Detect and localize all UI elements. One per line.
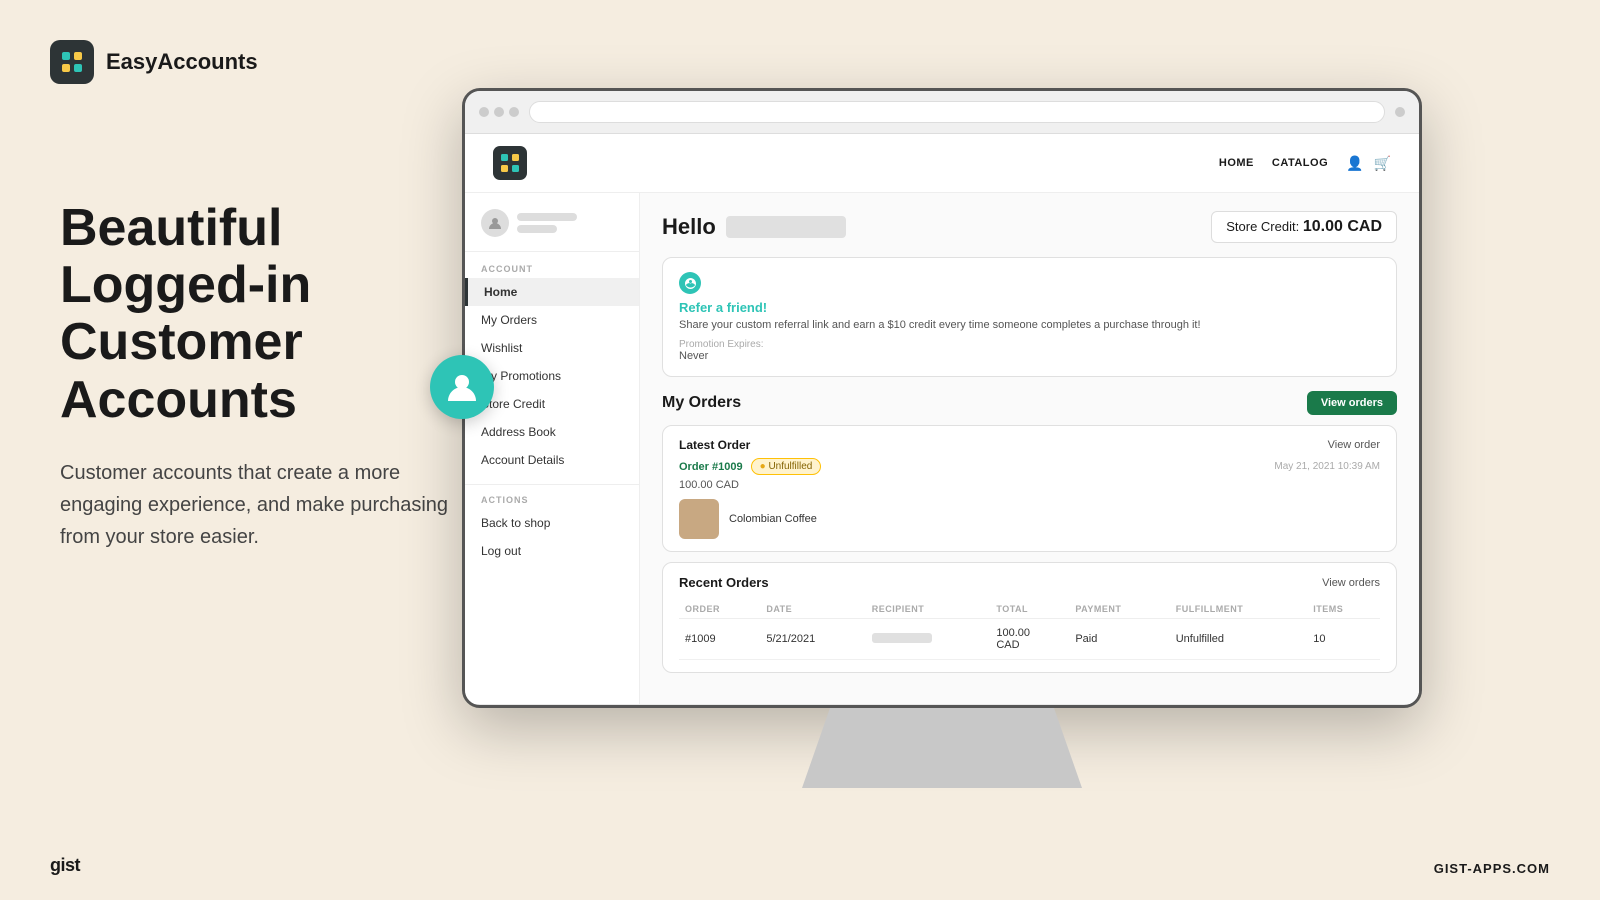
- bottom-left-brand: gist: [50, 855, 80, 876]
- sidebar-section-actions: ACTIONS: [465, 495, 639, 505]
- recent-orders-card: Recent Orders View orders ORDER DATE REC…: [662, 562, 1397, 673]
- sidebar-item-log-out[interactable]: Log out: [465, 537, 639, 565]
- td-order: #1009: [679, 619, 760, 660]
- marketing-headline: Beautiful Logged-in Customer Accounts: [60, 200, 460, 429]
- product-name: Colombian Coffee: [729, 513, 817, 525]
- store-nav-icons: 👤 🛒: [1346, 155, 1391, 172]
- referral-card: Refer a friend! Share your custom referr…: [662, 257, 1397, 377]
- browser-dots: [479, 107, 519, 117]
- col-payment: PAYMENT: [1069, 600, 1169, 619]
- user-icon[interactable]: 👤: [1346, 155, 1363, 172]
- store-nav-links: HOME CATALOG 👤 🛒: [1219, 155, 1391, 172]
- browser-addressbar[interactable]: [529, 101, 1385, 123]
- orders-title: My Orders: [662, 394, 741, 412]
- sidebar-item-home[interactable]: Home: [465, 278, 639, 306]
- app-logo-icon: [50, 40, 94, 84]
- browser-dot-yellow: [494, 107, 504, 117]
- hello-text: Hello: [662, 214, 846, 240]
- col-order: ORDER: [679, 600, 760, 619]
- browser-action-dot: [1395, 107, 1405, 117]
- order-amount: 100.00 CAD: [679, 479, 1380, 491]
- order-meta: Order #1009 ● Unfulfilled May 21, 2021 1…: [679, 458, 1380, 475]
- sidebar-name-lines: [517, 213, 577, 233]
- table-header-row: ORDER DATE RECIPIENT TOTAL PAYMENT FULFI…: [679, 600, 1380, 619]
- sidebar-name-line-2: [517, 225, 557, 233]
- td-total: 100.00CAD: [990, 619, 1069, 660]
- app-name: EasyAccounts: [106, 49, 258, 75]
- referral-icon: [679, 272, 701, 294]
- monitor-stand: [802, 708, 1082, 788]
- hello-row: Hello Store Credit: 10.00 CAD: [662, 211, 1397, 243]
- recipient-blur: [872, 633, 932, 643]
- store-credit-label: Store Credit:: [1226, 219, 1299, 234]
- store-credit-badge: Store Credit: 10.00 CAD: [1211, 211, 1397, 243]
- td-payment: Paid: [1069, 619, 1169, 660]
- orders-header: My Orders View orders: [662, 391, 1397, 415]
- hello-name-blur: [726, 216, 846, 238]
- sidebar-section-account: ACCOUNT: [465, 264, 639, 274]
- order-date: May 21, 2021 10:39 AM: [1274, 461, 1380, 472]
- monitor-frame: HOME CATALOG 👤 🛒: [462, 88, 1422, 728]
- store-credit-amount: 10.00 CAD: [1303, 218, 1382, 235]
- marketing-description: Customer accounts that create a more eng…: [60, 457, 460, 553]
- sidebar-name-line-1: [517, 213, 577, 221]
- orders-table: ORDER DATE RECIPIENT TOTAL PAYMENT FULFI…: [679, 600, 1380, 660]
- floating-avatar: [430, 355, 494, 419]
- col-items: ITEMS: [1307, 600, 1380, 619]
- cart-icon[interactable]: 🛒: [1374, 155, 1391, 172]
- main-content: Hello Store Credit: 10.00 CAD R: [640, 193, 1419, 704]
- sidebar-user: [465, 209, 639, 252]
- td-fulfillment: Unfulfilled: [1170, 619, 1308, 660]
- col-fulfillment: FULFILLMENT: [1170, 600, 1308, 619]
- col-date: DATE: [760, 600, 865, 619]
- sidebar-item-address-book[interactable]: Address Book: [465, 418, 639, 446]
- marketing-section: Beautiful Logged-in Customer Accounts Cu…: [60, 200, 460, 553]
- hello-label: Hello: [662, 214, 716, 240]
- browser-actions: [1395, 107, 1405, 117]
- sidebar-avatar: [481, 209, 509, 237]
- order-product: Colombian Coffee: [679, 499, 1380, 539]
- browser-chrome: [465, 91, 1419, 134]
- sidebar-item-wishlist[interactable]: Wishlist: [465, 334, 639, 362]
- col-total: TOTAL: [990, 600, 1069, 619]
- nav-link-catalog[interactable]: CATALOG: [1272, 157, 1328, 169]
- sidebar: ACCOUNT Home My Orders Wishlist My Promo…: [465, 193, 640, 704]
- order-status-badge: ● Unfulfilled: [751, 458, 822, 475]
- latest-order-header: Latest Order View order: [679, 438, 1380, 452]
- store-nav: HOME CATALOG 👤 🛒: [465, 134, 1419, 193]
- table-row: #1009 5/21/2021 100.00CAD Paid Unfulfill…: [679, 619, 1380, 660]
- order-number: Order #1009: [679, 461, 743, 473]
- store-content: HOME CATALOG 👤 🛒: [465, 134, 1419, 704]
- view-order-link[interactable]: View order: [1328, 439, 1380, 451]
- referral-expires-label: Promotion Expires:: [679, 339, 1380, 350]
- td-items: 10: [1307, 619, 1380, 660]
- recent-orders-title: Recent Orders: [679, 575, 769, 590]
- sidebar-divider: [465, 484, 639, 485]
- nav-link-home[interactable]: HOME: [1219, 157, 1254, 169]
- order-badge-text: Unfulfilled: [768, 461, 812, 472]
- referral-title: Refer a friend!: [679, 300, 1380, 315]
- latest-order-label: Latest Order: [679, 438, 750, 452]
- referral-description: Share your custom referral link and earn…: [679, 319, 1380, 331]
- recent-orders-header: Recent Orders View orders: [679, 575, 1380, 590]
- browser-dot-red: [479, 107, 489, 117]
- view-orders-button[interactable]: View orders: [1307, 391, 1397, 415]
- sidebar-item-my-orders[interactable]: My Orders: [465, 306, 639, 334]
- td-date: 5/21/2021: [760, 619, 865, 660]
- store-main: ACCOUNT Home My Orders Wishlist My Promo…: [465, 193, 1419, 704]
- app-logo: EasyAccounts: [50, 40, 258, 84]
- col-recipient: RECIPIENT: [866, 600, 991, 619]
- referral-expires-value: Never: [679, 350, 1380, 362]
- browser-dot-green: [509, 107, 519, 117]
- td-recipient: [866, 619, 991, 660]
- sidebar-item-account-details[interactable]: Account Details: [465, 446, 639, 474]
- bottom-right-brand: GIST-APPS.COM: [1434, 861, 1550, 876]
- sidebar-item-back-to-shop[interactable]: Back to shop: [465, 509, 639, 537]
- monitor-screen: HOME CATALOG 👤 🛒: [462, 88, 1422, 708]
- store-logo-icon: [493, 146, 527, 180]
- latest-order-card: Latest Order View order Order #1009 ● Un…: [662, 425, 1397, 552]
- product-thumbnail: [679, 499, 719, 539]
- view-recent-orders-link[interactable]: View orders: [1322, 577, 1380, 589]
